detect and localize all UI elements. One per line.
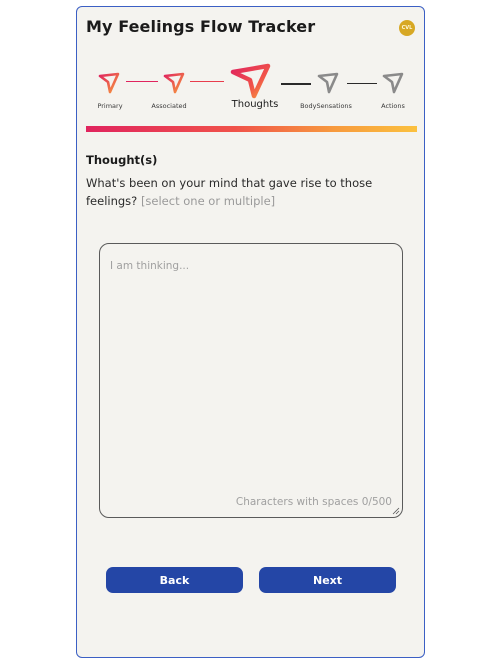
tracker-card: My Feelings Flow Tracker CVL Primary Ass…: [76, 6, 425, 658]
step-primary[interactable]: [98, 72, 120, 94]
connector-1: [126, 81, 158, 82]
progress-stepper: Primary Associated Thoughts BodySensatio…: [77, 59, 424, 119]
step-label-actions: Actions: [381, 102, 405, 110]
triangle-arrow-icon: [98, 72, 120, 94]
back-button[interactable]: Back: [106, 567, 243, 593]
progress-gradient-bar: [86, 126, 417, 132]
prompt-hint: [select one or multiple]: [140, 194, 276, 208]
resize-handle-icon[interactable]: [392, 507, 400, 515]
thoughts-input[interactable]: [100, 244, 402, 517]
badge-logo: CVL: [399, 20, 415, 36]
section-title: Thought(s): [86, 153, 158, 167]
step-actions[interactable]: [382, 72, 404, 94]
step-label-associated: Associated: [151, 102, 187, 110]
character-counter: Characters with spaces 0/500: [235, 496, 392, 508]
step-label-bodysensations: BodySensations: [300, 102, 352, 110]
connector-4: [347, 83, 377, 84]
step-label-thoughts: Thoughts: [231, 99, 279, 110]
section-prompt: What's been on your mind that gave rise …: [86, 174, 406, 210]
page-title: My Feelings Flow Tracker: [86, 17, 316, 36]
triangle-arrow-icon: [382, 72, 404, 94]
next-button[interactable]: Next: [259, 567, 396, 593]
thoughts-textarea-container: Characters with spaces 0/500: [99, 243, 403, 518]
step-bodysensations[interactable]: [317, 72, 339, 94]
step-associated[interactable]: [163, 72, 185, 94]
triangle-arrow-icon: [230, 63, 271, 99]
step-label-primary: Primary: [97, 102, 123, 110]
triangle-arrow-icon: [317, 72, 339, 94]
triangle-arrow-icon: [163, 72, 185, 94]
step-thoughts[interactable]: [230, 63, 272, 99]
connector-3: [281, 83, 311, 85]
connector-2: [190, 81, 224, 82]
